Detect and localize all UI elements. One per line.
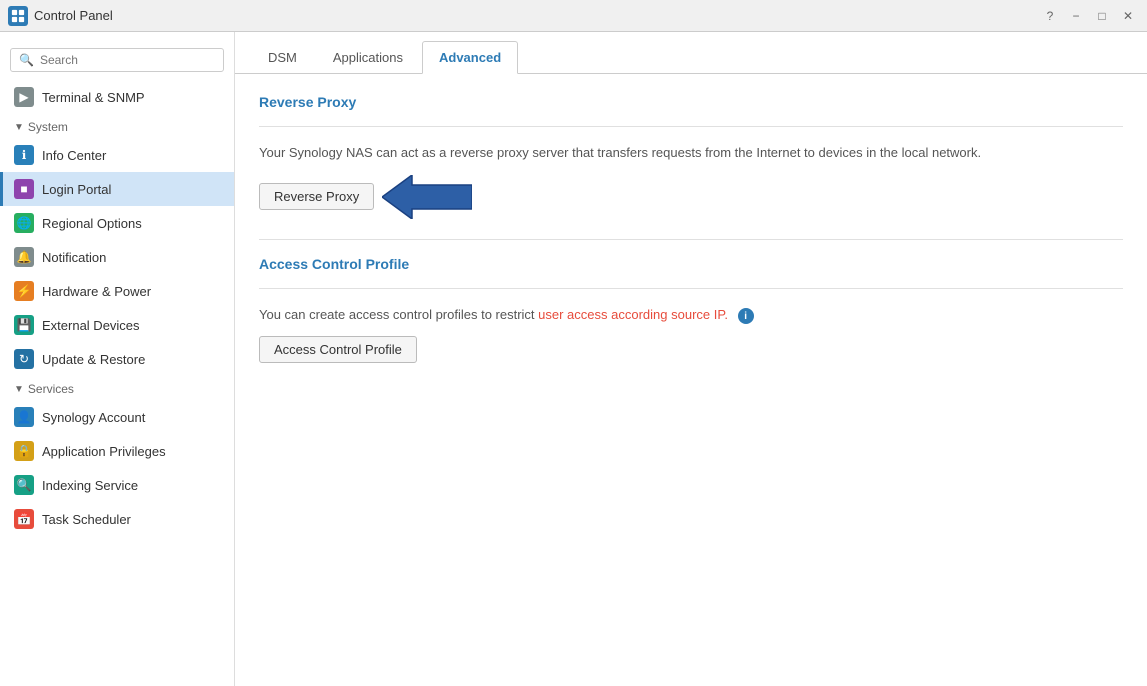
indexing-service-label: Indexing Service	[42, 478, 138, 493]
login-portal-label: Login Portal	[42, 182, 111, 197]
task-scheduler-label: Task Scheduler	[42, 512, 131, 527]
sidebar-item-external-devices[interactable]: 💾 External Devices	[0, 308, 234, 342]
tab-applications[interactable]: Applications	[316, 41, 420, 74]
synology-account-icon: 👤	[14, 407, 34, 427]
terminal-snmp-label: Terminal & SNMP	[42, 90, 145, 105]
titlebar-left: Control Panel	[8, 6, 113, 26]
app-privileges-icon: 🔒	[14, 441, 34, 461]
access-control-desc-highlight: user access according source IP.	[538, 307, 728, 322]
update-restore-label: Update & Restore	[42, 352, 145, 367]
app-privileges-label: Application Privileges	[42, 444, 166, 459]
app-title: Control Panel	[34, 8, 113, 23]
sidebar-item-notification[interactable]: 🔔 Notification	[0, 240, 234, 274]
sidebar-item-regional-options[interactable]: 🌐 Regional Options	[0, 206, 234, 240]
sidebar-item-login-portal[interactable]: ■ Login Portal	[0, 172, 234, 206]
info-center-label: Info Center	[42, 148, 106, 163]
login-portal-icon: ■	[14, 179, 34, 199]
search-box[interactable]: 🔍	[10, 48, 224, 72]
access-control-button[interactable]: Access Control Profile	[259, 336, 417, 363]
sidebar-item-indexing-service[interactable]: 🔍 Indexing Service	[0, 468, 234, 502]
minimize-button[interactable]: −	[1065, 5, 1087, 27]
access-control-divider-top	[259, 239, 1123, 240]
sidebar-item-app-privileges[interactable]: 🔒 Application Privileges	[0, 434, 234, 468]
content-area: Reverse Proxy Your Synology NAS can act …	[235, 74, 1147, 686]
sidebar-search-area: 🔍	[0, 40, 234, 80]
reverse-proxy-btn-row: Reverse Proxy	[259, 175, 1123, 219]
terminal-icon: ▶	[14, 87, 34, 107]
notification-icon: 🔔	[14, 247, 34, 267]
access-control-btn-row: Access Control Profile	[259, 336, 1123, 363]
regional-options-label: Regional Options	[42, 216, 142, 231]
tab-dsm[interactable]: DSM	[251, 41, 314, 74]
search-icon: 🔍	[19, 53, 34, 67]
regional-options-icon: 🌐	[14, 213, 34, 233]
external-devices-icon: 💾	[14, 315, 34, 335]
services-section-label: Services	[28, 382, 74, 396]
sidebar-item-task-scheduler[interactable]: 📅 Task Scheduler	[0, 502, 234, 536]
system-section-label: System	[28, 120, 68, 134]
reverse-proxy-divider	[259, 126, 1123, 127]
access-control-divider	[259, 288, 1123, 289]
access-control-title: Access Control Profile	[259, 256, 1123, 272]
services-chevron: ▼	[14, 384, 24, 395]
info-center-icon: ℹ	[14, 145, 34, 165]
main-content: DSM Applications Advanced Reverse Proxy …	[235, 32, 1147, 686]
close-button[interactable]: ✕	[1117, 5, 1139, 27]
hardware-power-label: Hardware & Power	[42, 284, 151, 299]
sidebar-item-terminal-snmp[interactable]: ▶ Terminal & SNMP	[0, 80, 234, 114]
access-control-description: You can create access control profiles t…	[259, 305, 1123, 325]
search-input[interactable]	[40, 53, 215, 67]
tab-advanced[interactable]: Advanced	[422, 41, 518, 74]
external-devices-label: External Devices	[42, 318, 140, 333]
sidebar-item-update-restore[interactable]: ↻ Update & Restore	[0, 342, 234, 376]
reverse-proxy-button[interactable]: Reverse Proxy	[259, 183, 374, 210]
maximize-button[interactable]: □	[1091, 5, 1113, 27]
task-scheduler-icon: 📅	[14, 509, 34, 529]
sidebar-item-synology-account[interactable]: 👤 Synology Account	[0, 400, 234, 434]
synology-account-label: Synology Account	[42, 410, 145, 425]
hardware-power-icon: ⚡	[14, 281, 34, 301]
sidebar: 🔍 ▶ Terminal & SNMP ▼ System ℹ Info Cent…	[0, 32, 235, 686]
arrow-annotation	[382, 175, 472, 219]
help-button[interactable]: ?	[1039, 5, 1061, 27]
titlebar: Control Panel ? − □ ✕	[0, 0, 1147, 32]
reverse-proxy-title: Reverse Proxy	[259, 94, 1123, 110]
access-control-desc-pre: You can create access control profiles t…	[259, 307, 538, 322]
indexing-service-icon: 🔍	[14, 475, 34, 495]
app-icon	[8, 6, 28, 26]
sidebar-item-hardware-power[interactable]: ⚡ Hardware & Power	[0, 274, 234, 308]
update-restore-icon: ↻	[14, 349, 34, 369]
notification-label: Notification	[42, 250, 106, 265]
tab-bar: DSM Applications Advanced	[235, 32, 1147, 74]
system-section-header[interactable]: ▼ System	[0, 114, 234, 138]
app-container: 🔍 ▶ Terminal & SNMP ▼ System ℹ Info Cent…	[0, 32, 1147, 686]
services-section-header[interactable]: ▼ Services	[0, 376, 234, 400]
system-chevron: ▼	[14, 122, 24, 133]
sidebar-item-info-center[interactable]: ℹ Info Center	[0, 138, 234, 172]
reverse-proxy-desc-text: Your Synology NAS can act as a reverse p…	[259, 145, 981, 160]
titlebar-controls: ? − □ ✕	[1039, 5, 1139, 27]
reverse-proxy-description: Your Synology NAS can act as a reverse p…	[259, 143, 1123, 163]
info-tooltip-icon[interactable]: i	[738, 308, 754, 324]
arrow-svg	[382, 175, 472, 219]
